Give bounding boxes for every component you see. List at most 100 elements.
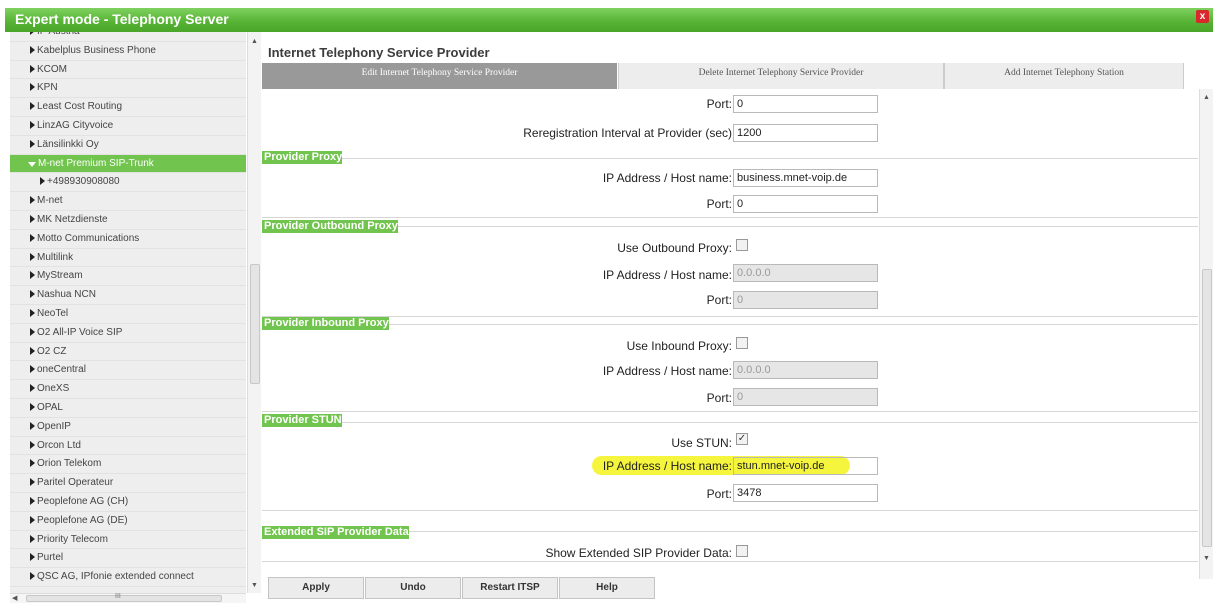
collapsed-arrow-icon[interactable] [30, 346, 35, 355]
main-scroll-up-icon[interactable]: ▲ [1203, 94, 1210, 101]
collapsed-arrow-icon[interactable] [30, 271, 35, 280]
scroll-left-icon[interactable]: ◀ [12, 594, 17, 602]
collapsed-arrow-icon[interactable] [30, 309, 35, 317]
sidebar-item[interactable]: OPAL [10, 399, 246, 418]
collapsed-arrow-icon[interactable] [30, 497, 35, 505]
apply-button[interactable]: Apply [268, 577, 364, 599]
scroll-down-icon[interactable]: ▼ [251, 582, 258, 589]
use-outbound-proxy-checkbox[interactable] [736, 239, 748, 251]
sidebar-item[interactable]: IP Austria [10, 32, 246, 42]
sidebar-item[interactable]: OneXS [10, 380, 246, 399]
show-extended-checkbox[interactable] [736, 545, 748, 557]
sidebar-item[interactable]: Peoplefone AG (DE) [10, 512, 246, 531]
sidebar-item[interactable]: Orion Telekom [10, 455, 246, 475]
sidebar-item[interactable]: O2 CZ [10, 343, 246, 362]
help-button[interactable]: Help [559, 577, 655, 599]
sidebar-item[interactable]: KCOM [10, 61, 246, 80]
tab-edit-provider[interactable]: Edit Internet Telephony Service Provider [262, 63, 617, 89]
rereg-interval-field[interactable]: 1200 [733, 124, 878, 142]
sidebar-item[interactable]: Peoplefone AG (CH) [10, 493, 246, 512]
sidebar-item-label: OpenIP [37, 420, 71, 432]
stun-ip-field[interactable]: stun.mnet-voip.de [733, 457, 878, 475]
collapsed-arrow-icon[interactable] [30, 365, 35, 374]
collapsed-arrow-icon[interactable] [30, 572, 35, 581]
sidebar-item[interactable]: Länsilinkki Oy [10, 136, 246, 155]
close-icon[interactable]: x [1196, 10, 1209, 23]
sidebar-item-label: NeoTel [37, 308, 69, 319]
collapsed-arrow-icon[interactable] [30, 440, 35, 449]
inbound-port-field[interactable]: 0 [733, 388, 878, 406]
outbound-proxy-header: Provider Outbound Proxy [262, 220, 398, 233]
use-stun-checkbox[interactable]: ✓ [736, 433, 748, 445]
collapsed-arrow-icon[interactable] [30, 290, 35, 299]
main-scroll-thumb[interactable] [1202, 269, 1212, 547]
collapsed-arrow-icon[interactable] [30, 215, 35, 223]
sidebar-horizontal-scrollbar[interactable]: ◀ III [10, 593, 246, 603]
collapsed-arrow-icon[interactable] [30, 102, 35, 111]
collapsed-arrow-icon[interactable] [30, 478, 35, 487]
sidebar-item[interactable]: O2 All-IP Voice SIP [10, 324, 246, 343]
sidebar-item[interactable]: Priority Telecom [10, 531, 246, 550]
collapsed-arrow-icon[interactable] [30, 403, 35, 411]
collapsed-arrow-icon[interactable] [30, 64, 35, 73]
collapsed-arrow-icon[interactable] [30, 459, 35, 468]
sidebar-item[interactable]: Motto Communications [10, 230, 246, 249]
sidebar-item[interactable]: M-net [10, 192, 246, 211]
sidebar-item[interactable]: LinzAG Cityvoice [10, 117, 246, 136]
sidebar-item-label: Motto Communications [37, 232, 140, 244]
sidebar-vertical-scrollbar[interactable]: ▲ ▼ [247, 32, 261, 593]
sidebar-item[interactable]: Least Cost Routing [10, 98, 246, 117]
sidebar-item[interactable]: Paritel Operateur [10, 474, 246, 493]
scroll-up-icon[interactable]: ▲ [251, 38, 258, 45]
proxy-ip-label: IP Address / Host name: [602, 171, 732, 185]
expanded-arrow-icon[interactable] [28, 161, 36, 167]
inbound-ip-field[interactable]: 0.0.0.0 [733, 361, 878, 379]
collapsed-arrow-icon[interactable] [30, 83, 35, 92]
window-title: Expert mode - Telephony Server [15, 11, 229, 27]
collapsed-arrow-icon[interactable] [30, 196, 35, 205]
collapsed-arrow-icon[interactable] [30, 553, 35, 562]
tab-delete-provider[interactable]: Delete Internet Telephony Service Provid… [618, 63, 944, 89]
sidebar-scroll-thumb[interactable] [250, 264, 260, 384]
sidebar-item[interactable]: OpenIP [10, 418, 246, 437]
sidebar-item[interactable]: Kabelplus Business Phone [10, 42, 246, 61]
undo-button[interactable]: Undo [365, 577, 461, 599]
collapsed-arrow-icon[interactable] [30, 384, 35, 393]
collapsed-arrow-icon[interactable] [30, 327, 35, 336]
sidebar-item[interactable]: +498930908080 [10, 173, 246, 193]
proxy-ip-field[interactable]: business.mnet-voip.de [733, 169, 878, 187]
sidebar-hscroll-thumb[interactable]: III [26, 593, 222, 602]
collapsed-arrow-icon[interactable] [30, 121, 35, 129]
collapsed-arrow-icon[interactable] [30, 534, 35, 543]
outbound-port-field[interactable]: 0 [733, 291, 878, 309]
outbound-ip-field[interactable]: 0.0.0.0 [733, 264, 878, 282]
sidebar-item[interactable]: M-net Premium SIP-Trunk [10, 154, 246, 174]
sidebar-item[interactable]: KPN [10, 79, 246, 99]
sidebar-item[interactable]: MyStream [10, 267, 246, 287]
collapsed-arrow-icon[interactable] [30, 32, 35, 35]
main-vertical-scrollbar[interactable]: ▲ ▼ [1199, 89, 1213, 579]
sidebar-item[interactable]: Multilink [10, 249, 246, 268]
sidebar-item[interactable]: oneCentral [10, 361, 246, 381]
collapsed-arrow-icon[interactable] [30, 421, 35, 430]
collapsed-arrow-icon[interactable] [30, 515, 35, 524]
sidebar-item[interactable]: Purtel [10, 549, 246, 569]
collapsed-arrow-icon[interactable] [30, 139, 35, 148]
sidebar-item[interactable]: Nashua NCN [10, 286, 246, 305]
sidebar-item[interactable]: QSC AG, IPfonie extended connect [10, 568, 246, 587]
main-scroll-down-icon[interactable]: ▼ [1203, 555, 1210, 562]
proxy-port-field[interactable]: 0 [733, 195, 878, 213]
restart-itsp-button[interactable]: Restart ITSP [462, 577, 558, 599]
stun-port-field[interactable]: 3478 [733, 484, 878, 502]
collapsed-arrow-icon[interactable] [40, 177, 45, 186]
inbound-proxy-header: Provider Inbound Proxy [262, 317, 389, 330]
collapsed-arrow-icon[interactable] [30, 45, 35, 54]
collapsed-arrow-icon[interactable] [30, 252, 35, 261]
sidebar-item[interactable]: Orcon Ltd [10, 437, 246, 456]
tab-add-station[interactable]: Add Internet Telephony Station [944, 63, 1184, 89]
sidebar-item[interactable]: NeoTel [10, 305, 246, 324]
collapsed-arrow-icon[interactable] [30, 233, 35, 242]
sidebar-item[interactable]: MK Netzdienste [10, 211, 246, 230]
port-field[interactable]: 0 [733, 95, 878, 113]
use-inbound-proxy-checkbox[interactable] [736, 337, 748, 349]
